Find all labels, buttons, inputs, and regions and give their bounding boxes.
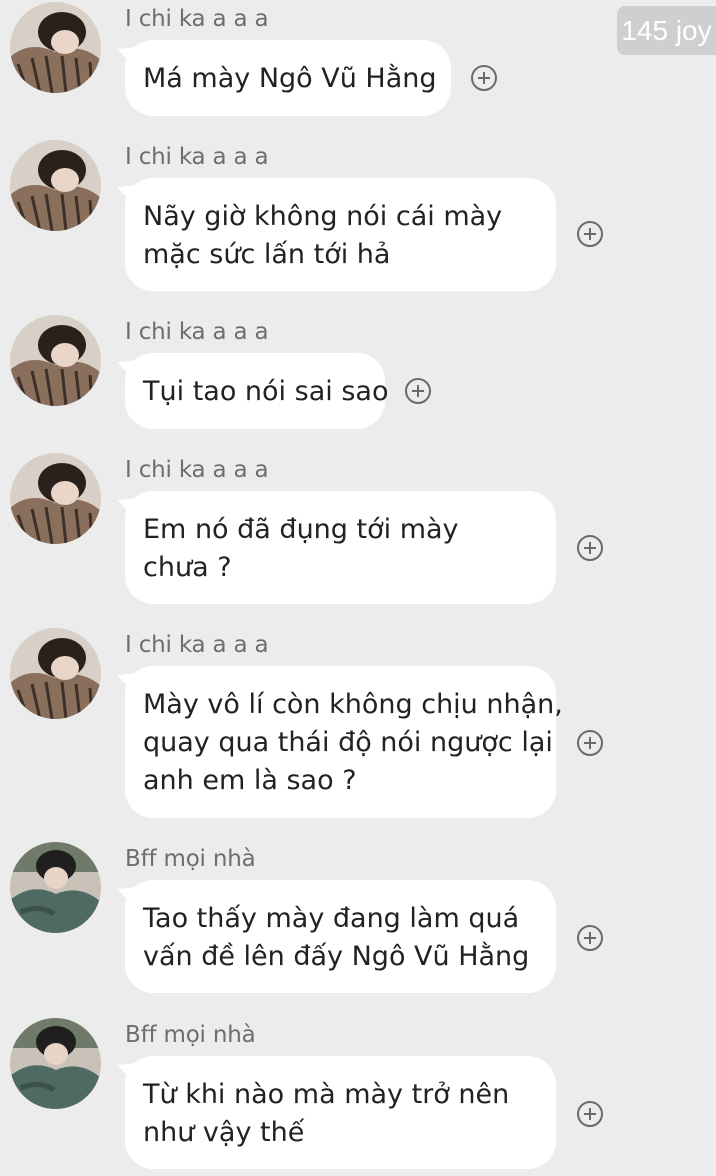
avatar-photo-striped-shirt [10,628,101,719]
message-bubble[interactable]: Em nó đã đụng tới mày chưa ? [125,491,556,604]
add-reaction-icon[interactable] [577,535,603,561]
avatar-photo-striped-shirt [10,315,101,406]
message-text: Mày vô lí còn không chịu nhận, [143,689,563,720]
message-bubble[interactable]: Tụi tao nói sai sao [125,353,389,429]
add-reaction-icon[interactable] [577,925,603,951]
message-text: như vậy thế [143,1117,305,1148]
sender-name: Bff mọi nhà [125,846,256,872]
message-text: quay qua thái độ nói ngược lại [143,727,553,758]
sender-name: I chi ka a a a [125,319,269,345]
message-bubble[interactable]: Tao thấy mày đang làm quá vấn đề lên đấy… [125,880,556,993]
avatar[interactable] [10,1018,101,1109]
sender-name: I chi ka a a a [125,6,269,32]
sender-name: I chi ka a a a [125,457,269,483]
sender-name: Bff mọi nhà [125,1022,256,1048]
message-bubble[interactable]: Mày vô lí còn không chịu nhận, quay qua … [125,666,563,818]
message-bubble[interactable]: Má mày Ngô Vũ Hằng [125,40,451,116]
add-reaction-icon[interactable] [471,65,497,91]
message-bubble[interactable]: Nãy giờ không nói cái mày mặc sức lấn tớ… [125,178,556,291]
message-text: anh em là sao ? [143,765,357,796]
avatar-photo-green-jacket [10,1018,101,1109]
avatar-photo-striped-shirt [10,140,101,231]
avatar[interactable] [10,140,101,231]
message-text: vấn đề lên đấy Ngô Vũ Hằng [143,941,530,972]
sender-name: I chi ka a a a [125,632,269,658]
avatar[interactable] [10,453,101,544]
message-text: Em nó đã đụng tới mày [143,514,459,545]
message-text: mặc sức lấn tới hả [143,239,391,270]
avatar-photo-green-jacket [10,842,101,933]
avatar[interactable] [10,315,101,406]
message-text: Nãy giờ không nói cái mày [143,201,503,232]
add-reaction-icon[interactable] [577,730,603,756]
message-text: Từ khi nào mà mày trở nên [143,1079,510,1110]
message-bubble[interactable]: Từ khi nào mà mày trở nên như vậy thế [125,1056,556,1169]
chat-thread: I chi ka a a a Má mày Ngô Vũ Hằng I chi … [0,0,716,1176]
message-text: chưa ? [143,552,232,583]
avatar[interactable] [10,842,101,933]
add-reaction-icon[interactable] [577,1101,603,1127]
avatar-photo-striped-shirt [10,2,101,93]
avatar-photo-striped-shirt [10,453,101,544]
watermark-badge: 145 joy [617,6,716,55]
add-reaction-icon[interactable] [577,221,603,247]
add-reaction-icon[interactable] [405,378,431,404]
sender-name: I chi ka a a a [125,144,269,170]
avatar[interactable] [10,2,101,93]
message-text: Tao thấy mày đang làm quá [143,903,520,934]
avatar[interactable] [10,628,101,719]
message-text: Tụi tao nói sai sao [143,376,389,407]
message-text: Má mày Ngô Vũ Hằng [143,63,437,94]
